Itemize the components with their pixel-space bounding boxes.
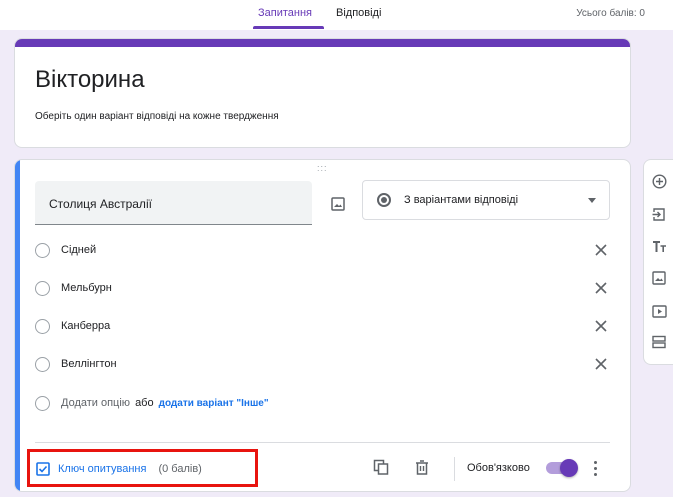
- active-tab-indicator: [253, 26, 324, 29]
- more-dot: [593, 460, 597, 464]
- radio-type-icon: [377, 193, 391, 207]
- required-label: Обов'язково: [467, 462, 530, 474]
- add-section-button[interactable]: [650, 333, 668, 351]
- radio-icon: [35, 280, 50, 296]
- or-text: або: [135, 397, 154, 409]
- option-row[interactable]: Веллінгтон: [35, 352, 610, 376]
- card-divider: [35, 442, 610, 443]
- remove-option-button[interactable]: [592, 241, 610, 259]
- add-title-button[interactable]: [650, 237, 668, 255]
- close-icon: [595, 320, 607, 332]
- option-row[interactable]: Канберра: [35, 314, 610, 338]
- question-type-select[interactable]: З варіантами відповіді: [362, 180, 610, 220]
- question-title-input[interactable]: Столиця Австралії: [35, 181, 312, 225]
- question-card[interactable]: ::: Столиця Австралії З варіантами відпо…: [14, 159, 631, 492]
- chevron-down-icon: [588, 198, 596, 203]
- option-row[interactable]: Мельбурн: [35, 276, 610, 300]
- option-label[interactable]: Мельбурн: [61, 282, 112, 294]
- top-bar: Запитання Відповіді Усього балів: 0: [0, 0, 673, 30]
- more-dot: [593, 466, 597, 470]
- title-card-accent: [15, 39, 630, 47]
- active-card-indicator: [15, 160, 20, 491]
- add-question-button[interactable]: [650, 172, 668, 190]
- tab-questions[interactable]: Запитання: [258, 7, 312, 19]
- add-image-tool-button[interactable]: [650, 269, 668, 287]
- radio-icon: [35, 242, 50, 258]
- add-video-icon: [651, 304, 667, 318]
- add-option-row: Додати опцію або додати варіант "Інше": [35, 391, 610, 415]
- add-title-icon: [652, 240, 666, 252]
- option-label[interactable]: Веллінгтон: [61, 358, 117, 370]
- tab-responses[interactable]: Відповіді: [336, 7, 381, 19]
- highlight-annotation: [27, 449, 258, 487]
- add-image-button[interactable]: [329, 195, 347, 213]
- radio-icon: [35, 356, 50, 372]
- delete-button[interactable]: [413, 458, 431, 476]
- trash-icon: [416, 459, 428, 475]
- form-title-card[interactable]: Вікторина Оберіть один варіант відповіді…: [14, 38, 631, 148]
- option-row[interactable]: Сідней: [35, 238, 610, 262]
- import-questions-icon: [652, 207, 665, 221]
- floating-toolbar: [643, 159, 673, 365]
- close-icon: [595, 244, 607, 256]
- drag-handle[interactable]: :::: [317, 163, 328, 173]
- remove-option-button[interactable]: [592, 317, 610, 335]
- radio-icon: [35, 318, 50, 334]
- copy-icon: [373, 459, 389, 475]
- remove-option-button[interactable]: [592, 355, 610, 373]
- image-icon: [331, 197, 345, 211]
- footer-divider: [454, 457, 455, 481]
- remove-option-button[interactable]: [592, 279, 610, 297]
- more-options-button[interactable]: [587, 458, 603, 478]
- add-section-icon: [652, 335, 666, 349]
- add-image-icon: [652, 271, 666, 285]
- close-icon: [595, 282, 607, 294]
- close-icon: [595, 358, 607, 370]
- total-points: Усього балів: 0: [576, 8, 645, 19]
- required-toggle[interactable]: [546, 459, 578, 477]
- option-label[interactable]: Канберра: [61, 320, 110, 332]
- add-option-link[interactable]: Додати опцію: [61, 397, 130, 409]
- import-questions-button[interactable]: [650, 205, 668, 223]
- radio-icon: [35, 395, 50, 411]
- more-dot: [593, 472, 597, 476]
- duplicate-button[interactable]: [372, 458, 390, 476]
- toggle-knob: [560, 459, 578, 477]
- add-other-link[interactable]: додати варіант "Інше": [159, 398, 269, 409]
- question-type-label: З варіантами відповіді: [404, 194, 519, 206]
- form-description[interactable]: Оберіть один варіант відповіді на кожне …: [35, 111, 279, 122]
- option-label[interactable]: Сідней: [61, 244, 96, 256]
- form-title[interactable]: Вікторина: [35, 66, 145, 94]
- add-question-icon: [651, 173, 667, 189]
- add-video-button[interactable]: [650, 302, 668, 320]
